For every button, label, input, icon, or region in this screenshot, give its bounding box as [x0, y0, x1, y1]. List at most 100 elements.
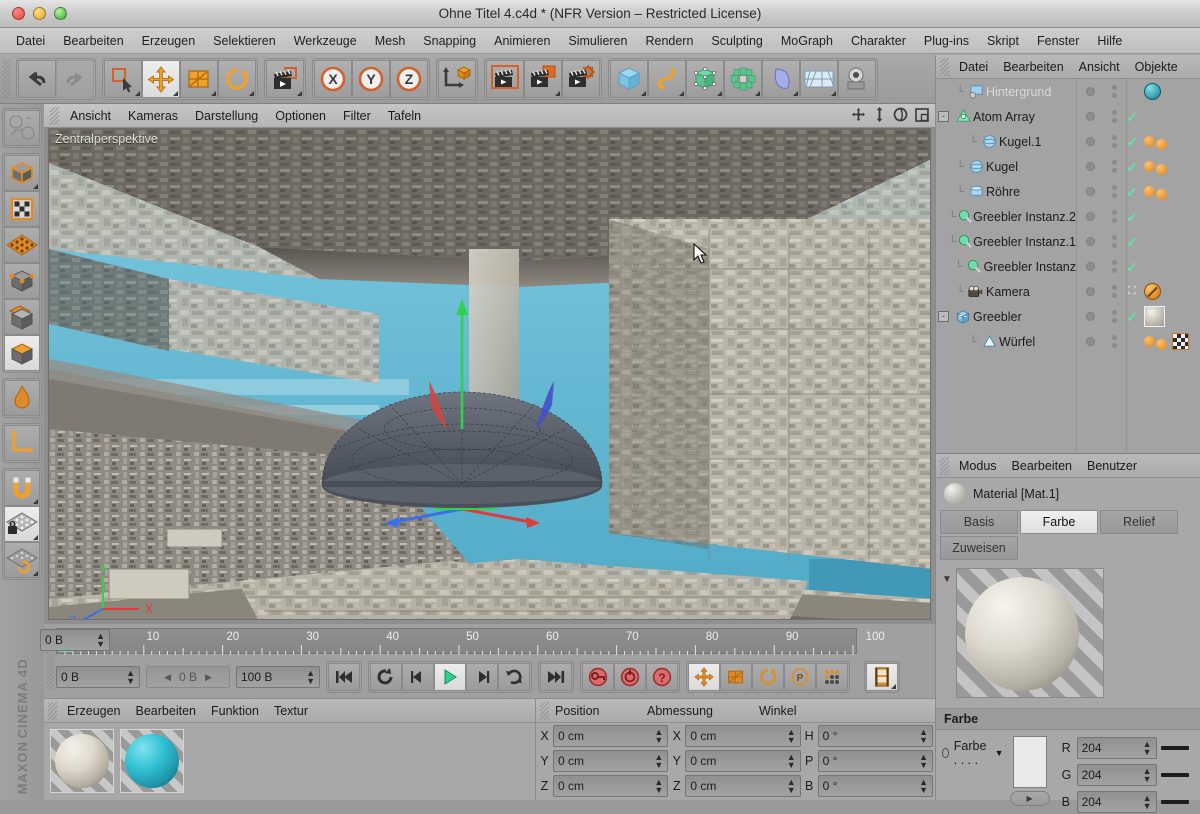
menu-item-bearbeiten[interactable]: Bearbeiten	[55, 31, 131, 51]
move-tool-button[interactable]	[142, 59, 180, 98]
visibility-dots[interactable]	[1111, 85, 1117, 98]
edges-mode-button[interactable]	[4, 263, 40, 299]
rgb-g-field[interactable]: 204 ▲ ▼	[1076, 764, 1157, 786]
keyframe-selection-button[interactable]: ?	[646, 663, 678, 691]
object-visible-check[interactable]: ✓	[1126, 110, 1138, 124]
object-tags[interactable]	[1142, 333, 1200, 350]
object-row[interactable]: └ Greebler Instanz.1 ✓	[936, 229, 1200, 254]
object-manager-menu-item-bearbeiten[interactable]: Bearbeiten	[996, 58, 1070, 76]
object-axis-button[interactable]	[4, 335, 40, 371]
workplane-lock-button[interactable]	[4, 506, 40, 542]
material-editor-menu-item-modus[interactable]: Modus	[952, 457, 1004, 475]
object-visible-check[interactable]: ✓	[1126, 210, 1138, 224]
maximize-icon[interactable]	[915, 107, 929, 122]
object-row[interactable]: - Atom Array ✓	[936, 104, 1200, 129]
timeline-start-field[interactable]: 0 B ▲ ▼	[56, 666, 140, 688]
viewport-3d-scene[interactable]: Zentralperspektive X Y	[48, 128, 931, 620]
material-preview[interactable]	[955, 568, 1104, 698]
object-row[interactable]: - Greebler ✓	[936, 304, 1200, 329]
object-row[interactable]: └ Kugel.1 ✓	[936, 129, 1200, 154]
go-to-start-button[interactable]	[328, 663, 360, 691]
viewport-menu-item-filter[interactable]: Filter	[335, 107, 379, 125]
menu-item-mesh[interactable]: Mesh	[367, 31, 414, 51]
spinner-icon[interactable]: ▲ ▼	[1143, 767, 1152, 784]
visibility-dots[interactable]	[1111, 335, 1117, 348]
rgb-slider[interactable]	[1160, 746, 1189, 750]
visibility-dots[interactable]	[1111, 160, 1117, 173]
spinner-icon[interactable]: ▲ ▼	[787, 777, 796, 794]
viewport-menu-item-darstellung[interactable]: Darstellung	[187, 107, 266, 125]
object-visible-check[interactable]: ✓	[1126, 260, 1138, 274]
object-manager-menu-item-ansicht[interactable]: Ansicht	[1072, 58, 1127, 76]
material-browser-menu-item-textur[interactable]: Textur	[267, 702, 315, 720]
object-visible-check[interactable]: ✓	[1126, 185, 1138, 199]
coordinate-grip[interactable]	[540, 701, 549, 720]
viewport-menu-item-optionen[interactable]: Optionen	[267, 107, 334, 125]
visibility-dots[interactable]	[1111, 210, 1117, 223]
menu-item-erzeugen[interactable]: Erzeugen	[134, 31, 204, 51]
coord-position-field[interactable]: 0 cm ▲ ▼	[553, 774, 669, 797]
undo-button[interactable]	[18, 59, 56, 98]
viewport-menu-item-tafeln[interactable]: Tafeln	[380, 107, 429, 125]
coord-size-field[interactable]: 0 cm ▲ ▼	[685, 724, 801, 747]
rgb-slider[interactable]	[1160, 800, 1189, 804]
material-browser-grip[interactable]	[48, 701, 57, 720]
coord-position-field[interactable]: 0 cm ▲ ▼	[553, 724, 669, 747]
spinner-icon[interactable]: ▲ ▼	[787, 752, 796, 769]
rotate-icon[interactable]	[893, 107, 908, 122]
material-swatch-teal[interactable]	[120, 729, 184, 793]
spinner-icon[interactable]: ▲ ▼	[919, 727, 928, 744]
object-tags[interactable]	[1142, 283, 1200, 300]
visibility-dots[interactable]	[1111, 285, 1117, 298]
add-array-button[interactable]	[724, 59, 762, 98]
material-tab-basis[interactable]: Basis	[940, 510, 1018, 534]
menu-item-rendern[interactable]: Rendern	[637, 31, 701, 51]
object-tags[interactable]	[1142, 159, 1200, 175]
spinner-icon[interactable]: ▲ ▼	[654, 777, 663, 794]
object-enable-dot[interactable]	[1085, 187, 1095, 196]
coord-size-field[interactable]: 0 cm ▲ ▼	[685, 749, 801, 772]
dolly-icon[interactable]	[873, 107, 886, 122]
loop-button[interactable]	[498, 663, 530, 691]
spinner-icon[interactable]: ▲ ▼	[126, 669, 135, 686]
object-tags[interactable]	[1142, 184, 1200, 200]
object-visible-check[interactable]: ✓	[1126, 135, 1138, 149]
material-tab-relief[interactable]: Relief	[1100, 510, 1178, 534]
undo-view-button[interactable]	[4, 110, 40, 146]
object-row[interactable]: └ Würfel	[936, 329, 1200, 354]
world-object-coordinates-button[interactable]	[438, 59, 476, 98]
material-tab-farbe[interactable]: Farbe	[1020, 510, 1098, 534]
color-swatch[interactable]	[1012, 736, 1047, 788]
menu-item-sculpting[interactable]: Sculpting	[703, 31, 770, 51]
object-visible-check[interactable]: ✓	[1126, 235, 1138, 249]
lock-x-axis-button[interactable]: X	[314, 59, 352, 98]
play-button[interactable]	[434, 663, 466, 691]
menu-item-selektieren[interactable]: Selektieren	[205, 31, 284, 51]
object-row[interactable]: └ Greebler Instanz ✓	[936, 254, 1200, 279]
spinner-icon[interactable]: ▲ ▼	[919, 777, 928, 794]
spinner-icon[interactable]: ▲ ▼	[306, 669, 315, 686]
menu-item-plug-ins[interactable]: Plug-ins	[916, 31, 977, 51]
timeline-current-frame-field[interactable]: 0 B ▲ ▼	[40, 629, 110, 651]
rgb-slider[interactable]	[1160, 773, 1189, 777]
menu-item-hilfe[interactable]: Hilfe	[1089, 31, 1130, 51]
coord-position-field[interactable]: 0 cm ▲ ▼	[553, 749, 669, 772]
redo-button[interactable]	[56, 59, 94, 98]
right-arrow-icon[interactable]: ▶	[205, 672, 212, 683]
key-rotation-button[interactable]	[752, 663, 784, 691]
material-browser-menu-item-bearbeiten[interactable]: Bearbeiten	[129, 702, 203, 720]
visibility-dots[interactable]	[1111, 235, 1117, 248]
spinner-icon[interactable]: ▲ ▼	[654, 727, 663, 744]
material-browser-menu-item-funktion[interactable]: Funktion	[204, 702, 266, 720]
spinner-icon[interactable]: ▲ ▼	[1143, 794, 1152, 811]
object-enable-dot[interactable]	[1085, 337, 1095, 346]
viewport-menu-item-kameras[interactable]: Kameras	[120, 107, 186, 125]
object-row[interactable]: └ Hintergrund	[936, 79, 1200, 104]
material-editor-menu-item-benutzer[interactable]: Benutzer	[1080, 457, 1144, 475]
material-tab-zuweisen[interactable]: Zuweisen	[940, 536, 1018, 560]
lock-z-axis-button[interactable]: Z	[390, 59, 428, 98]
object-enable-dot[interactable]	[1085, 137, 1095, 146]
viewport-menu-item-ansicht[interactable]: Ansicht	[62, 107, 119, 125]
workplane-rotate-button[interactable]	[4, 542, 40, 578]
coord-size-field[interactable]: 0 cm ▲ ▼	[685, 774, 801, 797]
